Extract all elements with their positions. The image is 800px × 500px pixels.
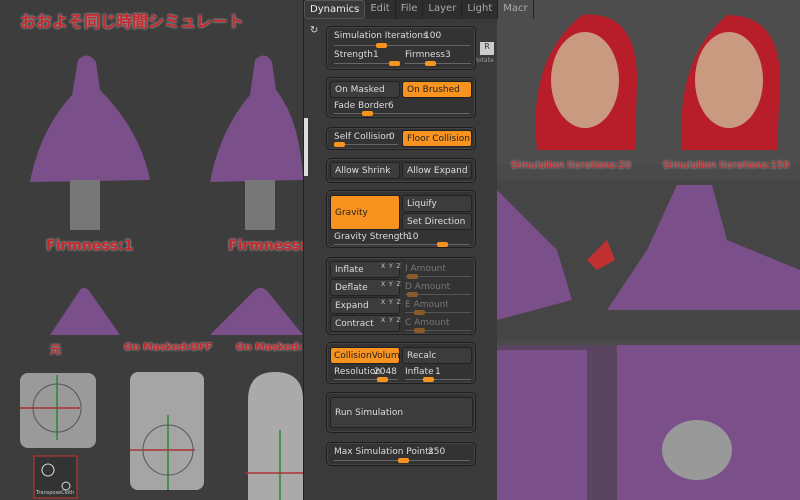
refresh-icon[interactable]: ↻ <box>310 25 318 36</box>
tab-light[interactable]: Light <box>462 0 499 19</box>
gravity-group: Gravity Liquify Set Direction Gravity St… <box>326 190 476 248</box>
allow-shrink-button[interactable]: Allow Shrink <box>330 162 400 179</box>
gravity-button[interactable]: Gravity <box>330 195 400 230</box>
xyz-toggle[interactable]: X Y Z <box>381 299 402 306</box>
cylinder-masked <box>248 372 303 500</box>
menu-tabs: Dynamics Edit File Layer Light Macr <box>304 0 534 19</box>
set-direction-button[interactable]: Set Direction <box>402 213 472 230</box>
xyz-toggle[interactable]: X Y Z <box>381 263 402 270</box>
left-comparison-area: おおよそ同じ時間シミュレート Firmness:1 Firmness: 元 On… <box>0 0 306 500</box>
floor-collision-button[interactable]: Floor Collision <box>402 130 472 147</box>
tab-macro[interactable]: Macr <box>498 0 534 19</box>
scrollbar[interactable] <box>304 118 308 176</box>
label-on-masked-off: On Masked:OFF <box>124 342 213 353</box>
simulation-settings-group: Simulation Iterations 100 Strength 1 Fir… <box>326 26 476 70</box>
tab-file[interactable]: File <box>396 0 424 19</box>
collision-volume-group: CollisionVolume Recalc Resolution 2048 I… <box>326 342 476 384</box>
run-simulation-button[interactable]: Run Simulation <box>330 397 473 428</box>
xyz-toggle[interactable]: X Y Z <box>381 317 402 324</box>
on-brushed-button[interactable]: On Brushed <box>402 81 472 98</box>
label-firmness-2: Firmness: <box>228 238 306 254</box>
shrink-expand-group: Allow Shrink Allow Expand <box>326 158 476 183</box>
overlay-title: おおよそ同じ時間シミュレート <box>20 12 244 31</box>
r-key-icon: R <box>480 42 494 55</box>
deform-group: Inflate X Y Z I Amount Deflate X Y Z D A… <box>326 257 476 335</box>
xyz-toggle[interactable]: X Y Z <box>381 281 402 288</box>
label-firmness-1: Firmness:1 <box>46 238 134 254</box>
max-points-group: Max Simulation Points 250 <box>326 442 476 466</box>
dynamics-panel: Dynamics Edit File Layer Light Macr ↻ R … <box>303 0 534 500</box>
cylinder-masked-off <box>130 372 204 490</box>
run-simulation-group: Run Simulation <box>326 392 476 433</box>
figure-under-cloth <box>662 420 732 480</box>
tab-edit[interactable]: Edit <box>365 0 396 19</box>
collision-group: Self Collision 0 Floor Collision <box>326 127 476 150</box>
allow-expand-button[interactable]: Allow Expand <box>402 162 472 179</box>
label-on-masked: On Masked: <box>236 342 303 353</box>
label-iter-20: Simulation Iterations:20 <box>511 160 632 171</box>
mask-group: On Masked On Brushed Fade Border 6 <box>326 77 476 118</box>
transpose-cloth-label: TransposeCloth <box>36 490 75 496</box>
tab-layer[interactable]: Layer <box>423 0 463 19</box>
collision-volume-button[interactable]: CollisionVolume <box>330 347 400 364</box>
label-original: 元 <box>50 343 61 356</box>
recalc-button[interactable]: Recalc <box>402 347 472 364</box>
tab-dynamics[interactable]: Dynamics <box>304 0 366 19</box>
head-iter20 <box>551 32 619 128</box>
head-iter150 <box>695 32 763 128</box>
right-comparison-area: Simulation Iterations:20 Simulation Iter… <box>497 0 800 500</box>
rotate-label: Rotate <box>474 57 494 64</box>
label-iter-150: Simulation Iterations:150 <box>663 160 790 171</box>
liquify-button[interactable]: Liquify <box>402 195 472 212</box>
on-masked-button[interactable]: On Masked <box>330 81 400 98</box>
right-render-images <box>497 0 800 500</box>
